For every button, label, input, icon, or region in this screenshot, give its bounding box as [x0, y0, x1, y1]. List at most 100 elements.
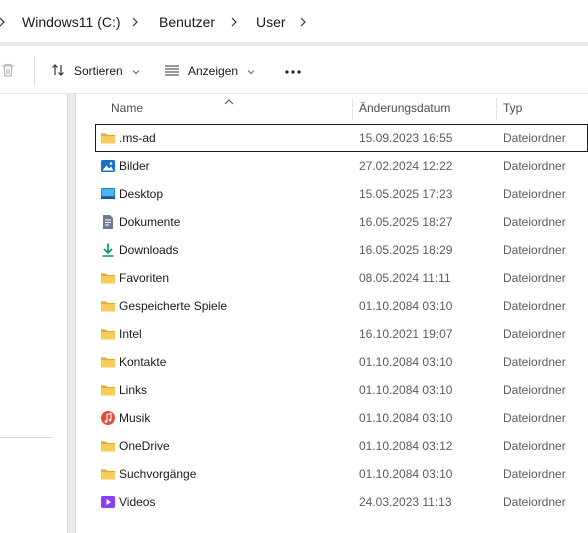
file-row-suchvorg-nge[interactable]: Suchvorgänge 01.10.2084 03:10 Dateiordner — [92, 460, 588, 488]
file-type: Dateiordner — [503, 131, 566, 145]
file-row-desktop[interactable]: Desktop 15.05.2025 17:23 Dateiordner — [92, 180, 588, 208]
file-name: Videos — [119, 495, 156, 509]
file-row-bilder[interactable]: Bilder 27.02.2024 12:22 Dateiordner — [92, 152, 588, 180]
file-row-ms-ad[interactable]: .ms-ad 15.09.2023 16:55 Dateiordner — [95, 124, 588, 152]
folder-icon — [100, 270, 116, 286]
file-row-onedrive[interactable]: OneDrive 01.10.2084 03:12 Dateiordner — [92, 432, 588, 460]
folder-icon — [100, 354, 116, 370]
file-type: Dateiordner — [503, 299, 566, 313]
command-bar: Sortieren Anzeigen — [0, 46, 588, 94]
delete-button[interactable] — [0, 58, 16, 84]
view-button[interactable]: Anzeigen — [164, 58, 255, 84]
sort-button[interactable]: Sortieren — [50, 58, 140, 84]
file-name: Suchvorgänge — [119, 467, 197, 481]
file-type: Dateiordner — [503, 411, 566, 425]
chevron-down-icon — [132, 64, 140, 78]
file-name: OneDrive — [119, 439, 170, 453]
file-type: Dateiordner — [503, 355, 566, 369]
file-date: 01.10.2084 03:10 — [359, 411, 453, 425]
folder-icon — [100, 382, 116, 398]
folder-icon — [100, 298, 116, 314]
file-row-gespeicherte-spiele[interactable]: Gespeicherte Spiele 01.10.2084 03:10 Datei… — [92, 292, 588, 320]
file-date: 24.03.2023 11:13 — [359, 495, 452, 509]
file-name: .ms-ad — [119, 131, 156, 145]
address-bar[interactable]: Windows11 (C:) Benutzer User — [0, 0, 588, 42]
chevron-right-icon[interactable] — [0, 16, 8, 28]
file-name: Intel — [119, 327, 142, 341]
file-date: 01.10.2084 03:10 — [359, 299, 453, 313]
file-date: 01.10.2084 03:10 — [359, 467, 453, 481]
file-date: 16.10.2021 19:07 — [359, 327, 453, 341]
file-type: Dateiordner — [503, 383, 566, 397]
file-date: 15.09.2023 16:55 — [359, 131, 453, 145]
file-type: Dateiordner — [503, 495, 566, 509]
chevron-right-icon[interactable] — [297, 16, 309, 28]
file-type: Dateiordner — [503, 271, 566, 285]
file-row-musik[interactable]: Musik 01.10.2084 03:10 Dateiordner — [92, 404, 588, 432]
file-list: .ms-ad 15.09.2023 16:55 Dateiordner Bilder 2… — [92, 124, 588, 516]
file-date: 01.10.2084 03:10 — [359, 383, 453, 397]
column-header-date[interactable]: Änderungsdatum — [359, 101, 450, 115]
breadcrumb-item-drive[interactable]: Windows11 (C:) — [22, 14, 121, 30]
file-name: Links — [119, 383, 148, 397]
file-row-downloads[interactable]: Downloads 16.05.2025 18:29 Dateiordner — [92, 236, 588, 264]
chevron-right-icon[interactable] — [228, 16, 240, 28]
column-header-name[interactable]: Name — [111, 101, 143, 115]
file-name: Dokumente — [119, 215, 181, 229]
navigation-pane[interactable] — [0, 94, 52, 533]
file-row-kontakte[interactable]: Kontakte 01.10.2084 03:10 Dateiordner — [92, 348, 588, 376]
file-type: Dateiordner — [503, 439, 566, 453]
toolbar-separator — [34, 56, 35, 86]
file-type: Dateiordner — [503, 187, 566, 201]
view-list-icon — [164, 62, 180, 81]
sort-label: Sortieren — [74, 64, 123, 78]
file-type: Dateiordner — [503, 215, 566, 229]
sort-icon — [50, 62, 66, 81]
music-icon — [100, 410, 116, 426]
breadcrumb-item-user[interactable]: User — [256, 14, 286, 30]
file-row-links[interactable]: Links 01.10.2084 03:10 Dateiordner — [92, 376, 588, 404]
chevron-right-icon[interactable] — [129, 16, 141, 28]
column-divider[interactable] — [352, 98, 353, 120]
file-name: Gespeicherte Spiele — [119, 299, 228, 313]
folder-icon — [100, 466, 116, 482]
column-header-row: Name Änderungsdatum Typ — [92, 94, 588, 122]
file-type: Dateiordner — [503, 327, 566, 341]
pictures-icon — [100, 158, 116, 174]
trash-icon — [0, 62, 16, 81]
file-name: Bilder — [119, 159, 150, 173]
file-type: Dateiordner — [503, 159, 566, 173]
column-header-type[interactable]: Typ — [503, 101, 522, 115]
folder-icon — [100, 326, 116, 342]
chevron-down-icon — [247, 64, 255, 78]
file-date: 01.10.2084 03:10 — [359, 355, 453, 369]
pane-splitter[interactable] — [67, 94, 76, 533]
file-date: 16.05.2025 18:27 — [359, 215, 453, 229]
folder-icon — [100, 130, 116, 146]
file-date: 27.02.2024 12:22 — [359, 159, 453, 173]
file-date: 08.05.2024 11:11 — [359, 271, 451, 285]
file-row-intel[interactable]: Intel 16.10.2021 19:07 Dateiordner — [92, 320, 588, 348]
file-row-videos[interactable]: Videos 24.03.2023 11:13 Dateiordner — [92, 488, 588, 516]
breadcrumb-item-users[interactable]: Benutzer — [159, 14, 215, 30]
file-date: 16.05.2025 18:29 — [359, 243, 453, 257]
file-row-dokumente[interactable]: Dokumente 16.05.2025 18:27 Dateiordner — [92, 208, 588, 236]
videos-icon — [100, 494, 116, 510]
file-name: Musik — [119, 411, 151, 425]
file-name: Desktop — [119, 187, 164, 201]
folder-icon — [100, 438, 116, 454]
documents-icon — [100, 214, 116, 230]
file-date: 15.05.2025 17:23 — [359, 187, 453, 201]
file-name: Favoriten — [119, 271, 170, 285]
desktop-icon — [100, 186, 116, 202]
download-icon — [100, 242, 116, 258]
file-name: Downloads — [119, 243, 179, 257]
more-options-button[interactable] — [284, 58, 302, 84]
more-options-icon — [284, 64, 302, 78]
file-row-favoriten[interactable]: Favoriten 08.05.2024 11:11 Dateiordner — [92, 264, 588, 292]
column-divider[interactable] — [496, 98, 497, 120]
file-type: Dateiordner — [503, 243, 566, 257]
nav-divider — [0, 437, 52, 438]
file-name: Kontakte — [119, 355, 167, 369]
view-label: Anzeigen — [188, 64, 239, 78]
